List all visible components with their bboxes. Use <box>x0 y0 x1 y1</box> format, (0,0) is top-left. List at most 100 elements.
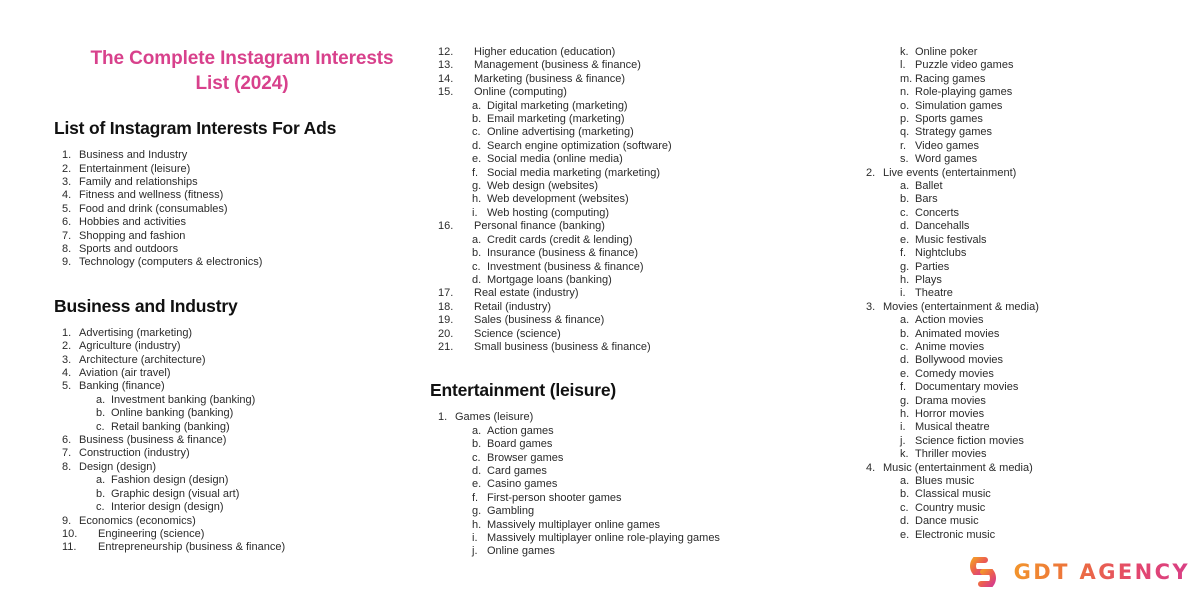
list-item: b. Online banking (banking) <box>54 407 430 420</box>
list-item: k. Online poker <box>858 46 1198 59</box>
interest-list: k. Online poker l. Puzzle video games m. Raci… <box>858 46 1198 542</box>
column-1: The Complete Instagram Interests List (2… <box>40 46 430 555</box>
list-item-marker: 3. <box>62 353 72 366</box>
list-item-marker: d. <box>900 220 910 233</box>
list-item-marker: i. <box>472 532 478 544</box>
list-item: 2. Entertainment (leisure) <box>54 163 430 176</box>
list-item-marker: a. <box>472 424 482 437</box>
list-item: 11. Entrepreneurship (business & finance) <box>54 541 430 554</box>
list-item-marker: 12. <box>438 46 454 58</box>
list-item-label: Online advertising (marketing) <box>487 126 634 139</box>
list-item-label: Personal finance (banking) <box>474 220 605 233</box>
list-item-marker: 2. <box>62 340 72 353</box>
list-item: 2. Agriculture (industry) <box>54 340 430 353</box>
list-item: p. Sports games <box>858 113 1198 126</box>
list-item: c. Concerts <box>858 207 1198 220</box>
list-item-label: Massively multiplayer online games <box>487 518 661 531</box>
list-item: i. Musical theatre <box>858 421 1198 434</box>
list-item-marker: c. <box>472 126 481 139</box>
list-item-label: Video games <box>915 139 980 152</box>
list-item: b. Board games <box>430 438 838 451</box>
list-item: c. Browser games <box>430 452 838 465</box>
list-item-label: Strategy games <box>915 126 993 139</box>
column-1-body: List of Instagram Interests For Ads 1. Bus… <box>54 118 430 555</box>
list-item-label: Hobbies and activities <box>79 216 187 229</box>
list-item-label: Role-playing games <box>915 86 1013 99</box>
list-item: e. Electronic music <box>858 529 1198 542</box>
list-item-label: Card games <box>487 464 547 477</box>
list-item-label: Science fiction movies <box>915 434 1024 447</box>
list-item: e. Social media (online media) <box>430 153 838 166</box>
list-item-label: Electronic music <box>915 528 996 541</box>
list-item-marker: e. <box>900 233 910 246</box>
interest-list: 1. Advertising (marketing) 2. Agriculture (… <box>54 327 430 555</box>
list-item-label: Musical theatre <box>915 421 990 434</box>
list-item-marker: 3. <box>866 300 876 313</box>
list-item-label: Music festivals <box>915 233 987 246</box>
list-item-marker: l. <box>900 59 906 72</box>
list-item-label: Comedy movies <box>915 367 994 380</box>
list-item-label: Thriller movies <box>915 448 987 461</box>
list-item-label: Concerts <box>915 206 960 219</box>
list-item-label: Banking (finance) <box>79 380 165 393</box>
list-item-marker: c. <box>900 206 909 219</box>
column-2-body: 12. Higher education (education) 13. Manage… <box>430 46 838 559</box>
list-item: 7. Construction (industry) <box>54 447 430 460</box>
list-item-marker: i. <box>472 206 478 219</box>
list-item-label: Investment banking (banking) <box>111 393 256 406</box>
list-item: 20. Science (science) <box>430 328 838 341</box>
list-item-marker: s. <box>900 153 909 166</box>
list-item-label: First-person shooter games <box>487 491 622 504</box>
list-item-label: Anime movies <box>915 340 985 353</box>
list-item-label: Design (design) <box>79 460 157 473</box>
list-item-label: Family and relationships <box>79 175 198 188</box>
list-item-marker: 7. <box>62 447 72 460</box>
list-item-label: Management (business & finance) <box>474 59 641 72</box>
list-item: d. Mortgage loans (banking) <box>430 274 838 287</box>
list-item-marker: b. <box>900 327 910 340</box>
list-item-marker: 7. <box>62 229 72 242</box>
list-item: d. Dance music <box>858 515 1198 528</box>
list-item: 1. Business and Industry <box>54 149 430 162</box>
list-item: 16. Personal finance (banking) <box>430 220 838 233</box>
list-item-label: Drama movies <box>915 394 986 407</box>
list-item-marker: 15. <box>438 86 454 99</box>
gdt-agency-logo: GDT AGENCY <box>961 552 1190 592</box>
list-item: o. Simulation games <box>858 100 1198 113</box>
list-item: 8. Sports and outdoors <box>54 243 430 256</box>
list-item: 9. Economics (economics) <box>54 515 430 528</box>
list-item-marker: a. <box>472 233 482 246</box>
list-item-label: Credit cards (credit & lending) <box>487 233 633 246</box>
list-item-marker: 5. <box>62 380 72 393</box>
list-item: s. Word games <box>858 153 1198 166</box>
list-item-label: Fitness and wellness (fitness) <box>79 189 224 202</box>
list-item-marker: e. <box>472 478 482 491</box>
list-item-marker: a. <box>900 180 910 193</box>
list-item-marker: a. <box>472 99 482 112</box>
list-item-label: Browser games <box>487 451 564 464</box>
list-item-marker: a. <box>900 475 910 487</box>
list-item-marker: 10. <box>62 527 78 540</box>
list-item: 3. Architecture (architecture) <box>54 354 430 367</box>
list-item-marker: 8. <box>62 243 72 255</box>
list-item: a. Investment banking (banking) <box>54 394 430 407</box>
list-item-marker: g. <box>900 260 910 273</box>
list-item-label: Science (science) <box>474 327 561 340</box>
list-item-label: Bollywood movies <box>915 354 1004 367</box>
list-item: 12. Higher education (education) <box>430 46 838 59</box>
list-item-marker: f. <box>472 491 479 504</box>
list-item-marker: b. <box>472 438 482 451</box>
list-item: c. Country music <box>858 502 1198 515</box>
list-item-marker: h. <box>472 193 482 206</box>
list-item: 5. Banking (finance) <box>54 380 430 393</box>
list-item: g. Gambling <box>430 505 838 518</box>
list-item-label: Bars <box>915 193 938 206</box>
list-item-marker: b. <box>472 113 482 126</box>
list-item-marker: 11. <box>62 541 77 554</box>
list-item-marker: j. <box>472 545 478 558</box>
list-item-label: Entertainment (leisure) <box>79 162 191 175</box>
list-item: g. Drama movies <box>858 395 1198 408</box>
list-item-label: Entrepreneurship (business & finance) <box>98 541 286 554</box>
list-item-marker: a. <box>96 474 106 487</box>
list-item: k. Thriller movies <box>858 448 1198 461</box>
